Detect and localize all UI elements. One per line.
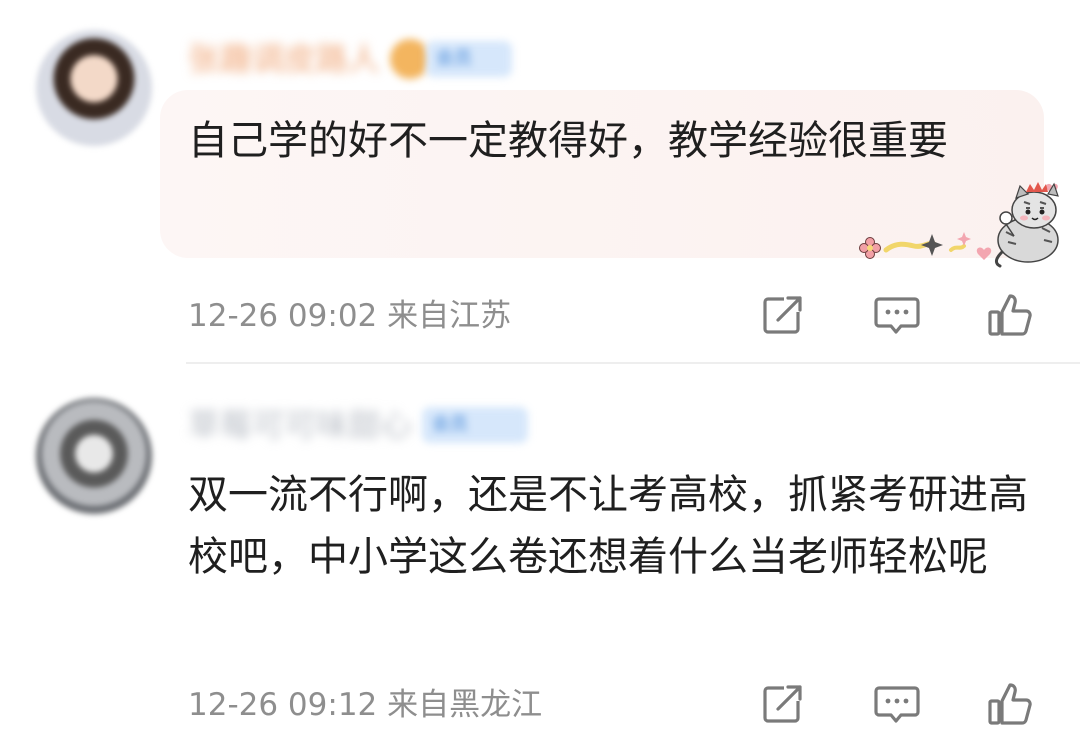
like-icon[interactable] bbox=[986, 679, 1036, 729]
name-row: 张趣调皮路人 会员 bbox=[188, 36, 513, 82]
comment-actions bbox=[0, 679, 1080, 729]
badge-avatar-icon bbox=[390, 39, 431, 79]
username[interactable]: 张趣调皮路人 bbox=[188, 36, 380, 82]
comment-text: 自己学的好不一定教得好，教学经验很重要 bbox=[188, 118, 948, 164]
username[interactable]: 草莓可可味甜心 bbox=[188, 402, 412, 448]
comment-item: 张趣调皮路人 会员 自己学的好不一定教得好，教学经验很重要 12-26 09:0… bbox=[0, 0, 1080, 364]
member-badge: 会员 bbox=[426, 41, 513, 77]
avatar[interactable] bbox=[36, 30, 152, 146]
reply-icon[interactable] bbox=[872, 290, 922, 340]
comment-item: 草莓可可味甜心 会员 双一流不行啊，还是不让考高校，抓紧考研进高校吧，中小学这么… bbox=[0, 364, 1080, 749]
avatar[interactable] bbox=[36, 398, 152, 514]
comment-actions bbox=[0, 290, 1080, 340]
member-badge: 会员 bbox=[422, 407, 529, 443]
cat-sticker-icon bbox=[859, 182, 1059, 268]
share-icon[interactable] bbox=[758, 290, 808, 340]
name-row: 草莓可可味甜心 会员 bbox=[188, 402, 529, 448]
share-icon[interactable] bbox=[758, 679, 808, 729]
comment-text: 双一流不行啊，还是不让考高校，抓紧考研进高校吧，中小学这么卷还想着什么当老师轻松… bbox=[188, 472, 1028, 580]
like-icon[interactable] bbox=[986, 290, 1036, 340]
reply-icon[interactable] bbox=[872, 679, 922, 729]
